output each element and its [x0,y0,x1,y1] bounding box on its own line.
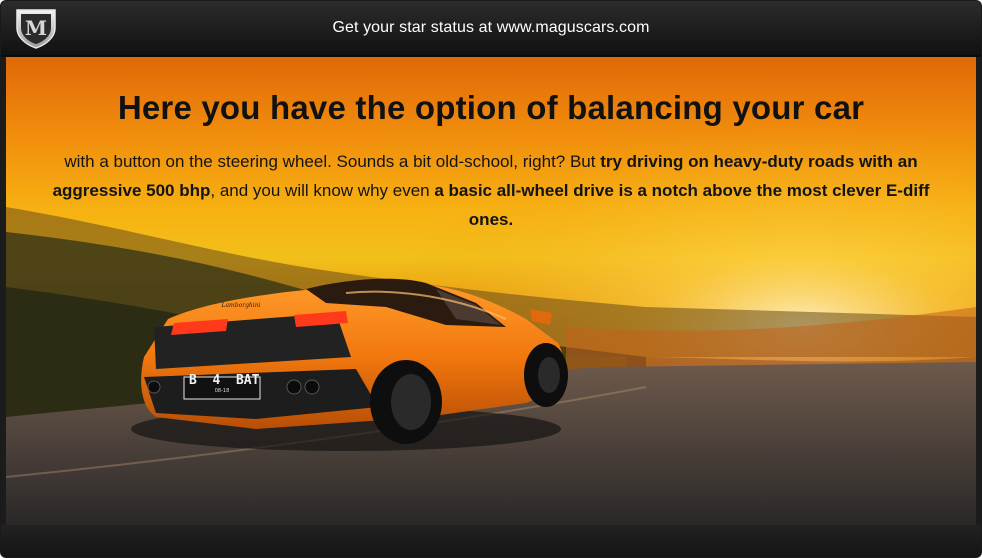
license-plate-small: 08-18 [214,388,230,394]
car-badge: Lamborghini [221,302,261,309]
license-plate: B 4 BAT [189,373,260,388]
body-text-part1: with a button on the steering wheel. Sou… [64,152,601,171]
top-bar: M Get your star status at www.maguscars.… [1,1,981,57]
body-paragraph: with a button on the steering wheel. Sou… [51,147,931,234]
header-tagline[interactable]: Get your star status at www.maguscars.co… [1,1,981,55]
body-bold-2: a basic all-wheel drive is a notch above… [434,181,930,229]
slide-frame: B 4 BAT 08-18 Lamborghini M Get your sta… [0,0,982,558]
body-text-part2: , and you will know why even [210,181,435,200]
headline: Here you have the option of balancing yo… [117,89,865,126]
scene-illustration [6,57,976,525]
bottom-bar [1,525,981,557]
car-background-photo: B 4 BAT 08-18 Lamborghini [6,57,976,525]
